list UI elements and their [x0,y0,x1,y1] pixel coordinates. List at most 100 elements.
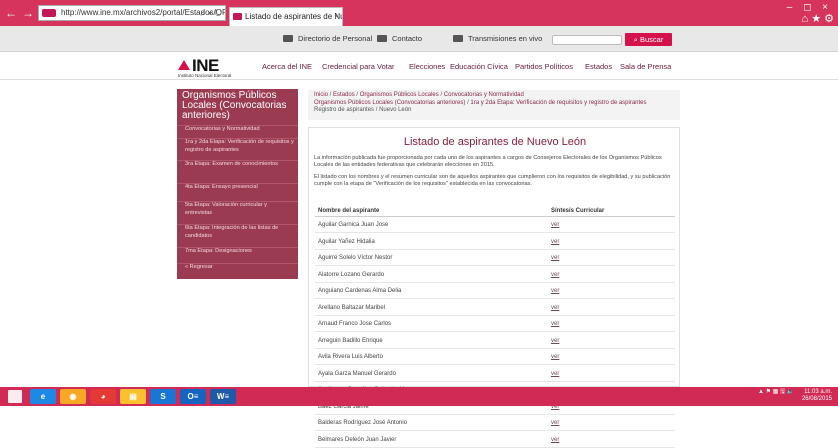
aspirant-name: Avila Rivera Luis Alberto [318,354,383,360]
sidebar-item-etapa-3[interactable]: 3ra Etapa: Examen de conocimientos [177,160,298,169]
site-header: INE Instituto Nacional Electoral Acerca … [0,52,838,80]
aspirant-name: Arellano Baltazar Maribel [318,304,386,311]
aspirant-name: Alatorre Lozano Gerardo [318,271,385,278]
word-app-icon[interactable]: W≡ [210,389,236,404]
table-row: Alatorre Lozano Gerardo ver [315,268,675,283]
sidebar-item-etapa-1-2[interactable]: 1ra y 2da Etapa: Verificación de requisi… [177,138,298,154]
ver-link[interactable]: ver [551,371,559,377]
nav-credencial[interactable]: Credencial para Votar [322,62,395,71]
ver-link[interactable]: ver [551,305,559,311]
browser-toolbar-icons[interactable]: ⌂ ★ ⚙ [802,12,834,25]
table-row: Balderas Rodríguez José Antonio ver [315,416,675,431]
breadcrumb-registro[interactable]: Registro de aspirantes [314,107,374,113]
table-row: Avila Rivera Luis Alberto ver [315,350,675,365]
tab-title: Listado de aspirantes de Nu... [245,12,343,21]
sidebar-title: Organismos Públicos Locales (Convocatori… [182,90,287,121]
sidebar-item-etapa-5[interactable]: 5ta Etapa: Valoración curricular y entre… [177,201,298,217]
live-link[interactable]: Transmisiones en vivo [453,34,542,43]
nav-acerca[interactable]: Acerca del INE [262,62,312,71]
tray-icons[interactable]: ▲ ⚑ ▦ 🖫 🔈 [758,389,794,395]
sidebar-item-etapa-4[interactable]: 4ta Etapa: Ensayo presencial [177,183,298,192]
breadcrumb-opl[interactable]: Organismos Públicos Locales [360,92,439,98]
person-icon [283,35,293,42]
aspirant-name: Ayala Garza Manuel Gerardo [318,370,396,377]
table-row: Aguilar Yañez Hidalia ver [315,235,675,250]
sidebar-item-etapa-6[interactable]: 6ta Etapa: Integración de las listas de … [177,224,298,240]
breadcrumb-current: Nuevo León [379,107,412,113]
breadcrumb-estados[interactable]: Estados [333,92,355,98]
ver-link[interactable]: ver [551,420,559,426]
browser-chrome: ← → http://www.ine.mx/archivos2/portal/E… [0,0,838,26]
utility-bar: Directorio de Personal Contacto Transmis… [0,26,838,52]
aspirant-name: Arnaud Franco Jose Carlos [318,321,392,327]
sidebar-back-link[interactable]: « Regresar [177,263,298,272]
ver-link[interactable]: ver [551,354,559,360]
ver-link[interactable]: ver [551,338,559,344]
page-title: Listado de aspirantes de Nuevo León [403,136,587,148]
windows-start-icon[interactable] [8,390,22,403]
contact-link[interactable]: Contacto [377,34,422,43]
clock-time[interactable]: 11:03 a.m. [804,389,832,395]
site-favicon-icon [42,9,56,17]
breadcrumb-convocatorias[interactable]: Convocatorias y Normatividad [444,92,524,98]
nav-educacion[interactable]: Educación Cívica [450,62,508,71]
aspirant-name: Aguirre Solelo Víctor Nestor [318,255,393,261]
ine-logo[interactable]: INE Instituto Nacional Electoral [178,56,231,78]
browser-tab[interactable]: Listado de aspirantes de Nu... × [229,7,343,26]
breadcrumb-etapa[interactable]: 1ra y 2da Etapa: Verificación de requisi… [470,100,646,106]
header-divider [315,216,675,217]
table-row: Ayala Garza Manuel Gerardo ver [315,367,675,382]
broadcast-icon [453,35,463,42]
table-row: Arellano Baltazar Maribel ver [315,301,675,316]
table-row: Aguilar Garnica Juan Jose ver [315,218,675,233]
ver-link[interactable]: ver [551,239,559,245]
explorer-app-icon[interactable]: ▤ [120,389,146,404]
ver-link[interactable]: ver [551,255,559,261]
nav-estados[interactable]: Estados [585,62,612,71]
search-input[interactable] [552,35,622,45]
ver-link[interactable]: ver [551,288,559,294]
tab-close-icon[interactable]: × [334,8,339,25]
address-bar[interactable]: http://www.ine.mx/archivos2/portal/Estad… [38,5,226,21]
tab-favicon-icon [233,13,242,20]
forward-arrow-icon[interactable]: → [21,6,35,20]
sidebar: Organismos Públicos Locales (Convocatori… [177,89,298,279]
intro-paragraph-1: La información publicada fue proporciona… [314,155,662,168]
table-row: Belmares Deleón Juan Javier ver [315,433,675,448]
nav-elecciones[interactable]: Elecciones [409,62,445,71]
directory-link[interactable]: Directorio de Personal [283,34,372,43]
ver-link[interactable]: ver [551,321,559,327]
search-refresh-icon[interactable]: ⌕ ▾ ↻ [201,6,222,20]
breadcrumb-opl-anteriores[interactable]: Organismos Públicos Locales (Convocatori… [314,100,465,106]
sidebar-item-etapa-7[interactable]: 7ma Etapa: Designaciones [177,247,298,256]
breadcrumb-inicio[interactable]: Inicio [314,92,328,98]
chrome-app-icon[interactable]: ◉ [60,389,86,404]
clock-date[interactable]: 26/08/2015 [802,396,832,402]
system-tray: ▲ ⚑ ▦ 🖫 🔈 11:03 a.m. 26/08/2015 [758,389,832,403]
skype-app-icon[interactable]: S [150,389,176,404]
nav-sala-prensa[interactable]: Sala de Prensa [620,62,671,71]
sidebar-item-convocatorias[interactable]: Convocatorias y Normatividad [177,125,298,134]
search-button[interactable]: ⌕ Buscar [625,33,672,46]
back-arrow-icon[interactable]: ← [4,6,18,20]
table-row: Aguirre Solelo Víctor Nestor ver [315,251,675,266]
taskbar: e ◉ ◕ ▤ S O≡ W≡ ▲ ⚑ ▦ 🖫 🔈 11:03 a.m. 26/08/201… [0,387,838,406]
nav-partidos[interactable]: Partidos Políticos [515,62,573,71]
aspirant-name: Aguilar Garnica Juan Jose [318,222,389,228]
column-header-name: Nombre del aspirante [318,208,380,214]
ver-link[interactable]: ver [551,222,559,228]
main-content: Listado de aspirantes de Nuevo León La i… [308,127,680,448]
ver-link[interactable]: ver [551,437,559,443]
column-header-summary: Síntesis Curricular [551,208,605,214]
logo-triangle-icon [178,60,190,70]
breadcrumb: Inicio / Estados / Organismos Públicos L… [308,90,680,120]
aspirant-name: Aguilar Yañez Hidalia [318,238,375,245]
firefox-app-icon[interactable]: ◕ [90,389,116,404]
aspirant-name: Anguiano Cardenas Alma Delia [318,288,402,294]
ver-link[interactable]: ver [551,272,559,278]
aspirant-name: Arreguin Badillo Enrique [318,337,383,344]
aspirant-name: Belmares Deleón Juan Javier [318,436,397,443]
table-row: Arnaud Franco Jose Carlos ver [315,317,675,332]
outlook-app-icon[interactable]: O≡ [180,389,206,404]
ie-app-icon[interactable]: e [30,389,56,404]
